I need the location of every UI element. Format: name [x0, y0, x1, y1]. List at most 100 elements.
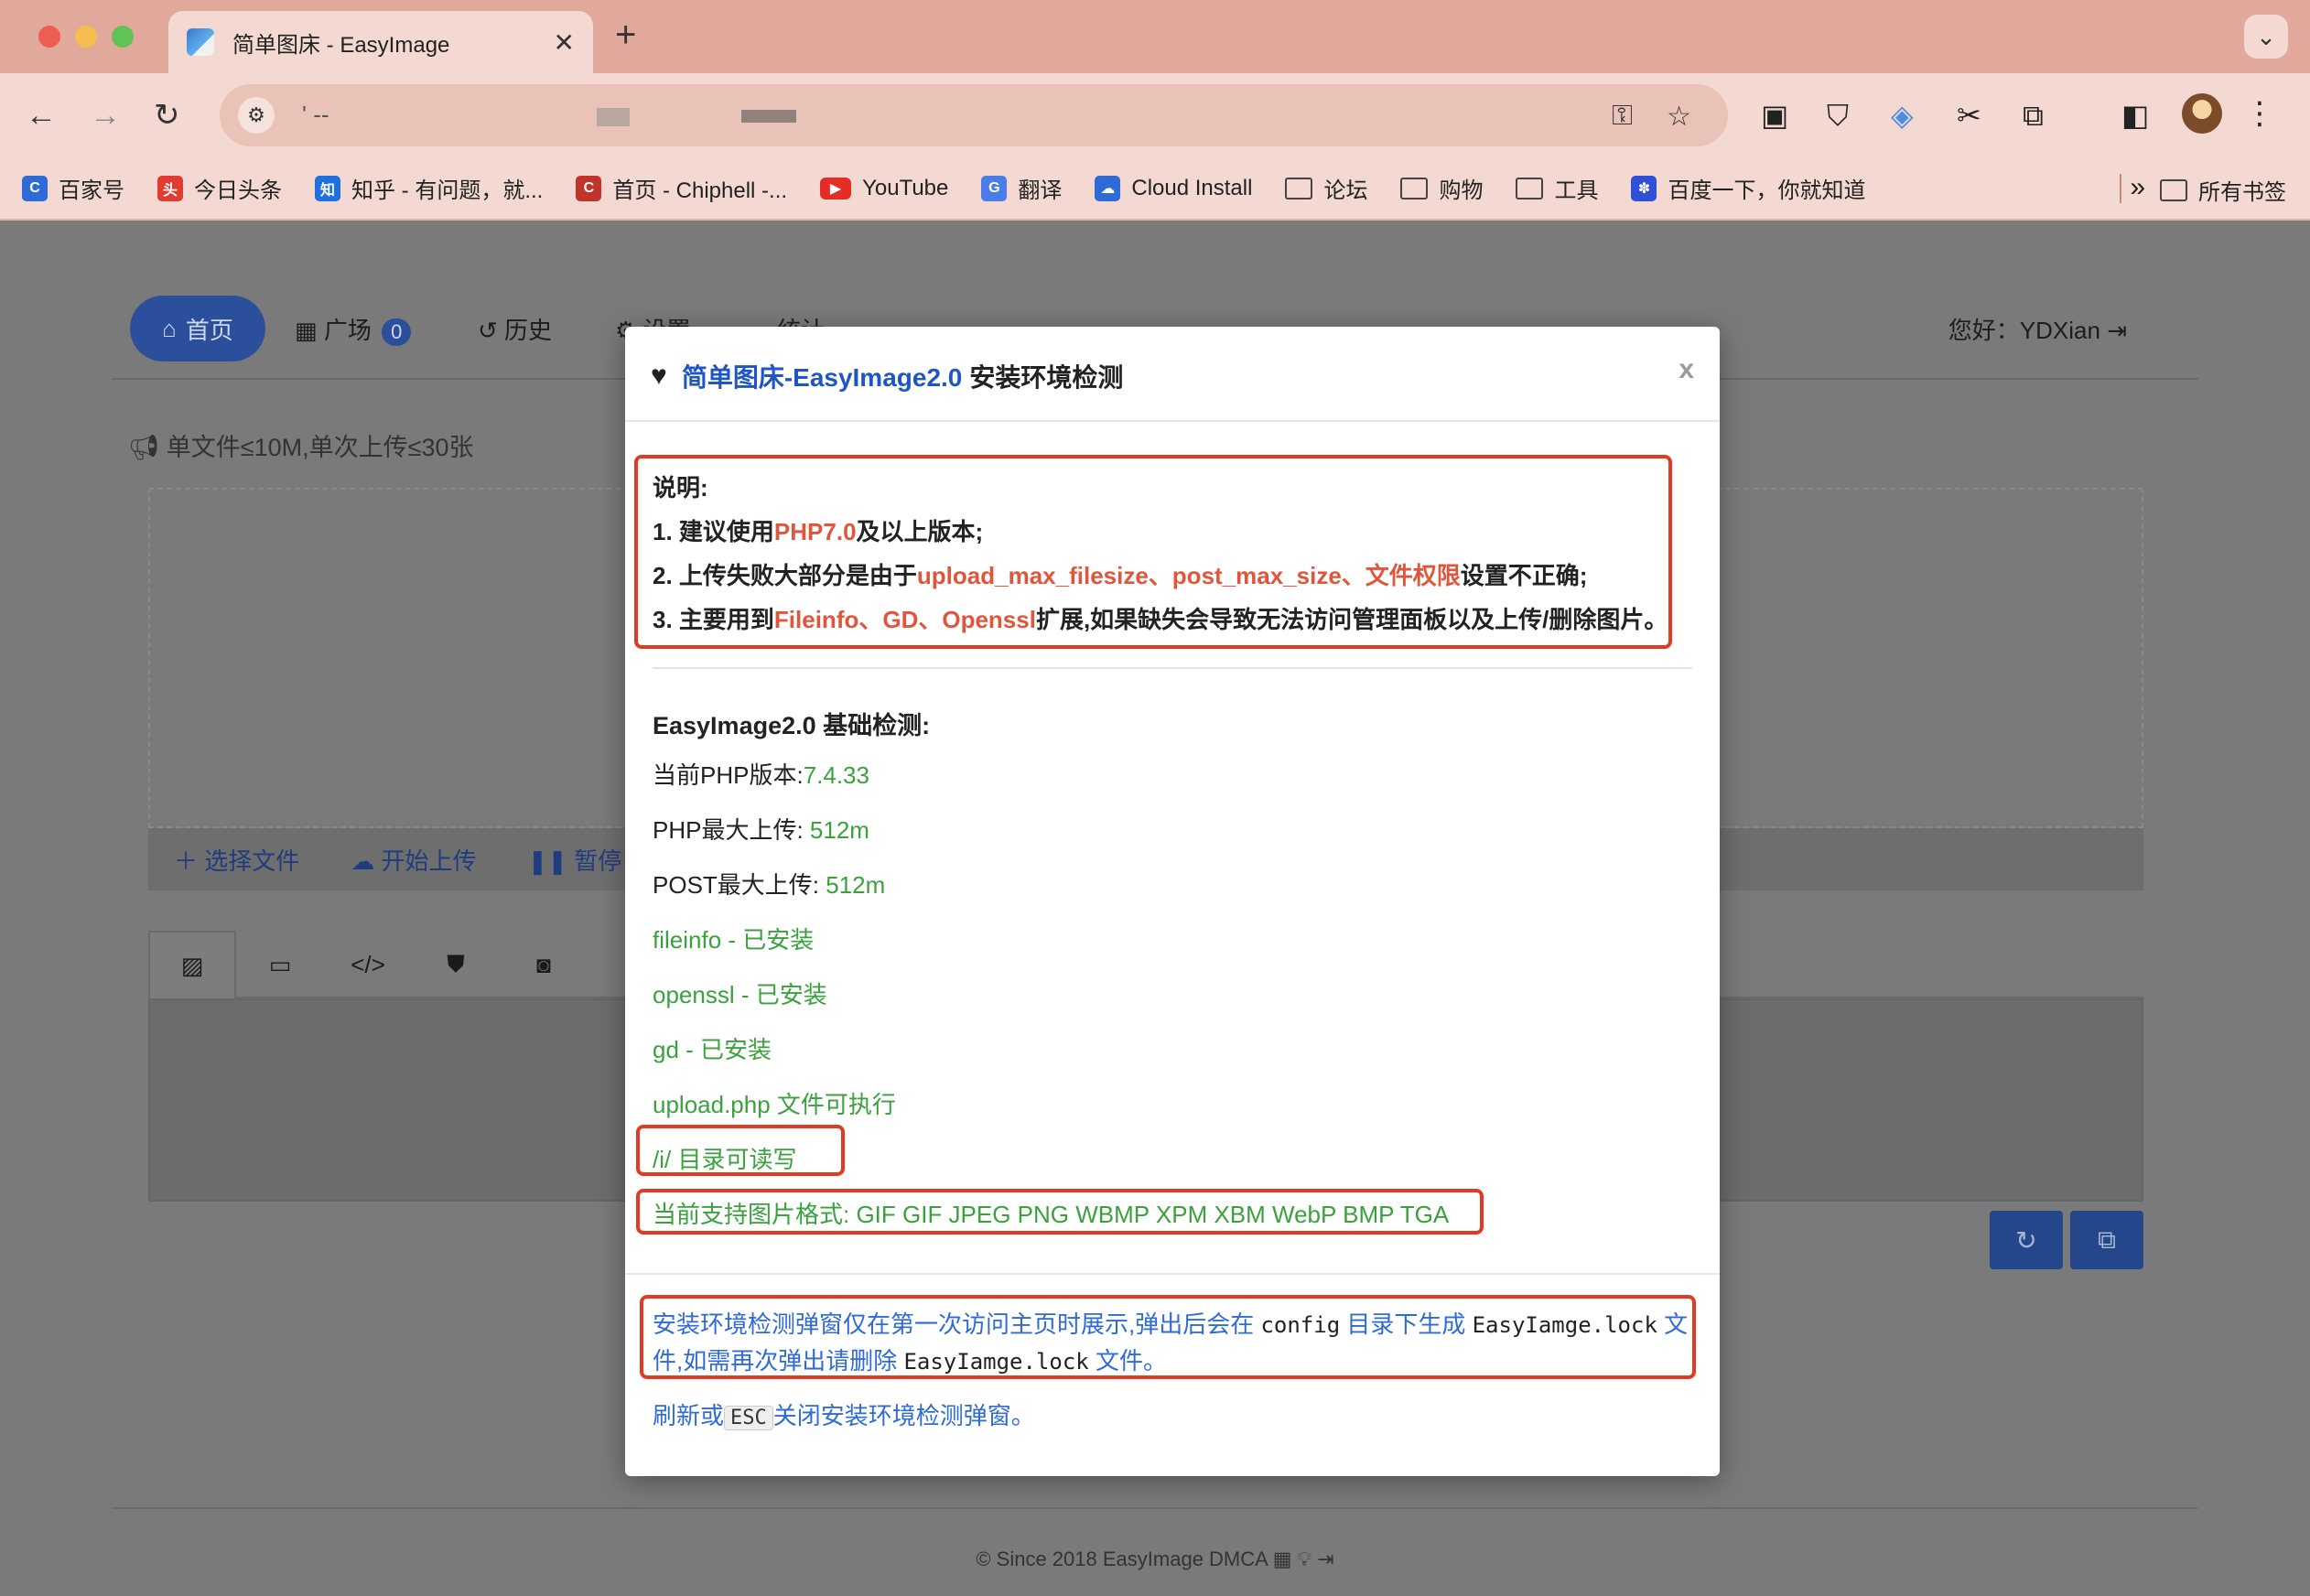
bookmark-item[interactable]: ☁ Cloud Install — [1095, 175, 1252, 201]
bookmarks-bar: C 百家号 头 今日头条 知 知乎 - 有问题，就... C 首页 - Chip… — [0, 157, 2310, 220]
user-greeting[interactable]: 您好：YDXian ⇥ — [1948, 312, 2127, 346]
redacted-url-part — [597, 108, 630, 126]
tip-text: 刷新或 — [653, 1402, 725, 1429]
bookmark-item[interactable]: ✽ 百度一下，你就知道 — [1631, 172, 1865, 204]
tab-search-button[interactable]: ⌄ — [2244, 15, 2288, 59]
extension-shield-icon[interactable]: ⛉ — [1827, 99, 1849, 132]
home-icon: ⌂ — [162, 314, 177, 342]
check-section-title: EasyImage2.0 基础检测: — [653, 712, 931, 739]
php-upload-label: PHP最大上传: — [653, 816, 810, 844]
note-text: 及以上版本; — [856, 518, 984, 545]
side-panel-icon[interactable]: ◧ — [2121, 99, 2149, 132]
divider — [653, 667, 1692, 669]
bookmark-folder[interactable]: 论坛 — [1285, 172, 1367, 204]
bookmark-item[interactable]: G 翻译 — [981, 172, 1062, 204]
pause-upload-button[interactable]: ❚❚ 暂停 — [528, 843, 622, 877]
extension-icon-1[interactable]: ▣ — [1761, 99, 1788, 132]
comment-icon: ▭ — [268, 950, 292, 978]
more-bookmarks-button[interactable]: » — [2130, 172, 2145, 203]
environment-check-modal: ♥ 简单图床-EasyImage2.0 安装环境检测 x 说明: 1. 建议使用… — [625, 327, 1720, 1476]
logout-icon[interactable]: ⇥ — [2107, 317, 2127, 344]
formats-status: 当前支持图片格式: GIF GIF JPEG PNG WBMP XPM XBM … — [653, 1201, 1450, 1228]
tip-text: 文件。 — [1088, 1347, 1167, 1375]
footer-text: © Since 2018 EasyImage DMCA — [976, 1547, 1268, 1570]
tab-markdown[interactable]: ◙ — [500, 931, 588, 998]
profile-avatar[interactable] — [2182, 93, 2222, 134]
heart-icon: ♥ — [651, 361, 667, 391]
logout-icon[interactable]: ⇥ — [1317, 1547, 1333, 1570]
lock-file-code: EasyIamge.lock — [903, 1349, 1089, 1375]
lightbulb-icon[interactable]: 💡︎ — [1298, 1547, 1312, 1570]
minimize-window-button[interactable] — [75, 26, 97, 48]
modal-close-button[interactable]: x — [1679, 354, 1694, 385]
bookmark-item[interactable]: ▶ YouTube — [820, 176, 948, 201]
upload-notice: 📢︎ 单文件≤10M,单次上传≤30张 — [128, 427, 474, 463]
forward-button[interactable]: → — [90, 99, 121, 132]
copy-icon: ⧉ — [2098, 1224, 2116, 1254]
toutiao-icon: 头 — [157, 175, 183, 201]
modal-title: ♥ 简单图床-EasyImage2.0 安装环境检测 — [651, 358, 1123, 394]
extension-icon-3[interactable]: ◈ — [1891, 99, 1914, 132]
bookmark-label: 购物 — [1439, 178, 1484, 203]
code-icon: </> — [351, 950, 385, 978]
tab-forum-code[interactable]: ▭ — [236, 931, 324, 998]
php-upload-value: 512m — [809, 816, 869, 844]
back-button[interactable]: ← — [26, 99, 57, 132]
note-highlight: Fileinfo、GD、Openssl — [773, 606, 1036, 633]
bookmark-folder[interactable]: 工具 — [1516, 172, 1598, 204]
bookmark-item[interactable]: C 百家号 — [22, 172, 124, 204]
browser-menu-icon[interactable]: ⋮ — [2244, 95, 2275, 132]
close-window-button[interactable] — [38, 26, 60, 48]
bookmark-item[interactable]: 头 今日头条 — [157, 172, 282, 204]
note-text: 扩展,如果缺失会导致无法访问管理面板以及上传/删除图片。 — [1035, 606, 1668, 633]
select-files-button[interactable]: ＋ 选择文件 — [174, 843, 299, 877]
password-key-icon[interactable]: ⚿ — [1612, 101, 1633, 132]
browser-tab-active[interactable]: 简单图床 - EasyImage ✕ — [168, 11, 593, 73]
tip-text: 安装环境检测弹窗仅在第一次访问主页时展示,弹出后会在 — [653, 1310, 1261, 1338]
nav-history[interactable]: ↺ 历史 — [478, 312, 552, 346]
modal-title-text: 安装环境检测 — [969, 363, 1124, 392]
qrcode-icon[interactable]: ▦ — [1273, 1547, 1292, 1570]
refresh-button[interactable]: ↻ — [1990, 1211, 2063, 1269]
baijiahao-icon: C — [22, 175, 48, 201]
extensions-puzzle-icon[interactable]: ⧉ — [2023, 99, 2044, 132]
bookmark-item[interactable]: 知 知乎 - 有问题，就... — [315, 172, 543, 204]
new-tab-button[interactable]: + — [615, 15, 636, 56]
tip-text: 目录下生成 — [1340, 1310, 1473, 1338]
tab-image-link[interactable]: ▨ — [148, 931, 236, 998]
maximize-window-button[interactable] — [112, 26, 134, 48]
bookmark-item[interactable]: C 首页 - Chiphell -... — [576, 172, 787, 204]
all-bookmarks-button[interactable]: 所有书签 — [2160, 174, 2286, 206]
bookmark-star-icon[interactable]: ☆ — [1667, 101, 1691, 133]
extension-scissors-icon[interactable]: ✂ — [1957, 99, 1981, 132]
address-bar[interactable]: ⚙ ' -- ⚿ ☆ — [220, 84, 1728, 146]
reload-button[interactable]: ↻ — [154, 99, 180, 132]
tab-strip: 简单图床 - EasyImage ✕ + ⌄ — [0, 0, 2310, 73]
tab-html5[interactable]: ⛊ — [412, 931, 500, 998]
url-text[interactable]: ' -- — [302, 101, 329, 129]
copy-button[interactable]: ⧉ — [2070, 1211, 2143, 1269]
html5-icon: ⛊ — [447, 950, 465, 977]
note-text: 3. 主要用到 — [653, 606, 774, 633]
site-settings-icon[interactable]: ⚙ — [238, 97, 275, 134]
bookmark-label: 首页 - Chiphell -... — [612, 178, 788, 203]
post-upload-value: 512m — [826, 871, 886, 899]
tab-html-code[interactable]: </> — [324, 931, 412, 998]
history-icon: ↺ — [478, 317, 498, 344]
upload-php-status: upload.php 文件可执行 — [653, 1091, 896, 1118]
openssl-status: openssl - 已安装 — [653, 981, 827, 1008]
bookmark-folder[interactable]: 购物 — [1400, 172, 1483, 204]
nav-home-button[interactable]: ⌂ 首页 — [130, 296, 265, 361]
note-title: 说明: — [653, 474, 708, 501]
post-upload-label: POST最大上传: — [653, 871, 826, 899]
note-line-1: 1. 建议使用PHP7.0及以上版本; — [653, 513, 983, 547]
site-favicon-icon — [187, 28, 214, 56]
bookmark-label: YouTube — [862, 175, 949, 200]
start-upload-button[interactable]: ☁ 开始上传 — [351, 843, 476, 877]
tab-close-icon[interactable]: ✕ — [554, 27, 575, 58]
nav-square[interactable]: ▦ 广场 0 — [295, 312, 412, 346]
post-upload-line: POST最大上传: 512m — [653, 867, 885, 900]
nav-label: 广场 — [323, 317, 372, 344]
bookmark-label: 翻译 — [1018, 178, 1063, 203]
tip-line-1: 安装环境检测弹窗仅在第一次访问主页时展示,弹出后会在 config 目录下生成 … — [653, 1306, 1688, 1340]
